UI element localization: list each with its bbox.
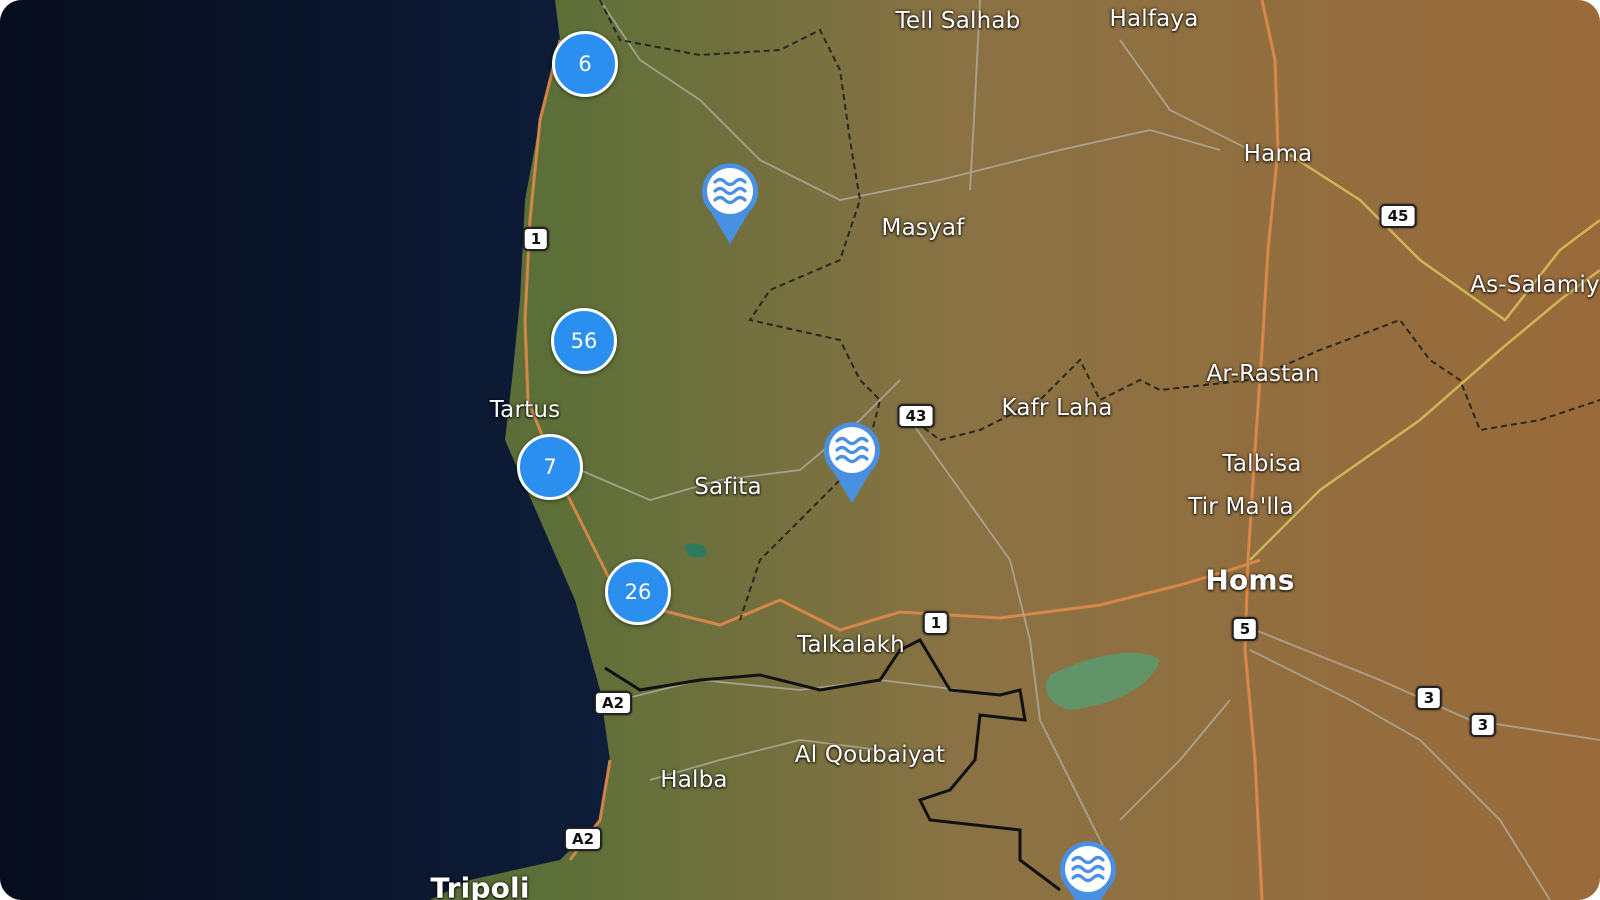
water-marker[interactable]	[1055, 838, 1121, 900]
cluster-marker[interactable]: 7	[517, 434, 583, 500]
road-shield: 1	[522, 227, 550, 251]
place-label-al-qoubaiyat: Al Qoubaiyat	[794, 742, 946, 768]
place-label-kafr-laha: Kafr Laha	[1001, 395, 1113, 421]
place-label-masyaf: Masyaf	[881, 215, 965, 241]
place-label-tir-malla: Tir Ma'lla	[1188, 494, 1294, 520]
map-view[interactable]: Tell Salhab Halfaya Hama Masyaf As-Salam…	[0, 0, 1600, 900]
place-label-talbisa: Talbisa	[1222, 451, 1302, 477]
waves-icon	[1060, 841, 1116, 900]
place-label-halfaya: Halfaya	[1109, 6, 1199, 32]
waves-icon	[702, 163, 758, 244]
place-label-talkalakh: Talkalakh	[797, 632, 905, 658]
cluster-count: 7	[543, 455, 557, 479]
water-marker[interactable]	[697, 160, 763, 246]
place-label-tripoli: Tripoli	[430, 871, 530, 900]
cluster-count: 56	[570, 329, 598, 353]
road-shield: 3	[1415, 686, 1443, 710]
place-label-as-salamiy: As-Salamiy	[1470, 272, 1600, 298]
waves-icon	[824, 422, 880, 503]
water-marker[interactable]	[819, 419, 885, 505]
place-label-tartus: Tartus	[489, 397, 561, 423]
cluster-marker[interactable]: 56	[551, 308, 617, 374]
road-shield: A2	[593, 691, 633, 715]
place-label-halba: Halba	[660, 767, 728, 793]
road-shield: A2	[563, 827, 603, 851]
road-shield: 43	[897, 404, 935, 428]
road-shield: 45	[1379, 204, 1417, 228]
place-label-safita: Safita	[694, 474, 762, 500]
cluster-marker[interactable]: 6	[552, 31, 618, 97]
cluster-marker[interactable]: 26	[605, 559, 671, 625]
road-shield: 5	[1231, 617, 1259, 641]
cluster-count: 6	[578, 52, 592, 76]
place-label-ar-rastan: Ar-Rastan	[1206, 361, 1320, 387]
place-label-tell-salhab: Tell Salhab	[895, 8, 1021, 34]
cluster-count: 26	[624, 580, 652, 604]
place-label-homs: Homs	[1205, 563, 1295, 597]
place-label-hama: Hama	[1243, 141, 1313, 167]
road-shield: 3	[1469, 713, 1497, 737]
road-shield: 1	[922, 611, 950, 635]
